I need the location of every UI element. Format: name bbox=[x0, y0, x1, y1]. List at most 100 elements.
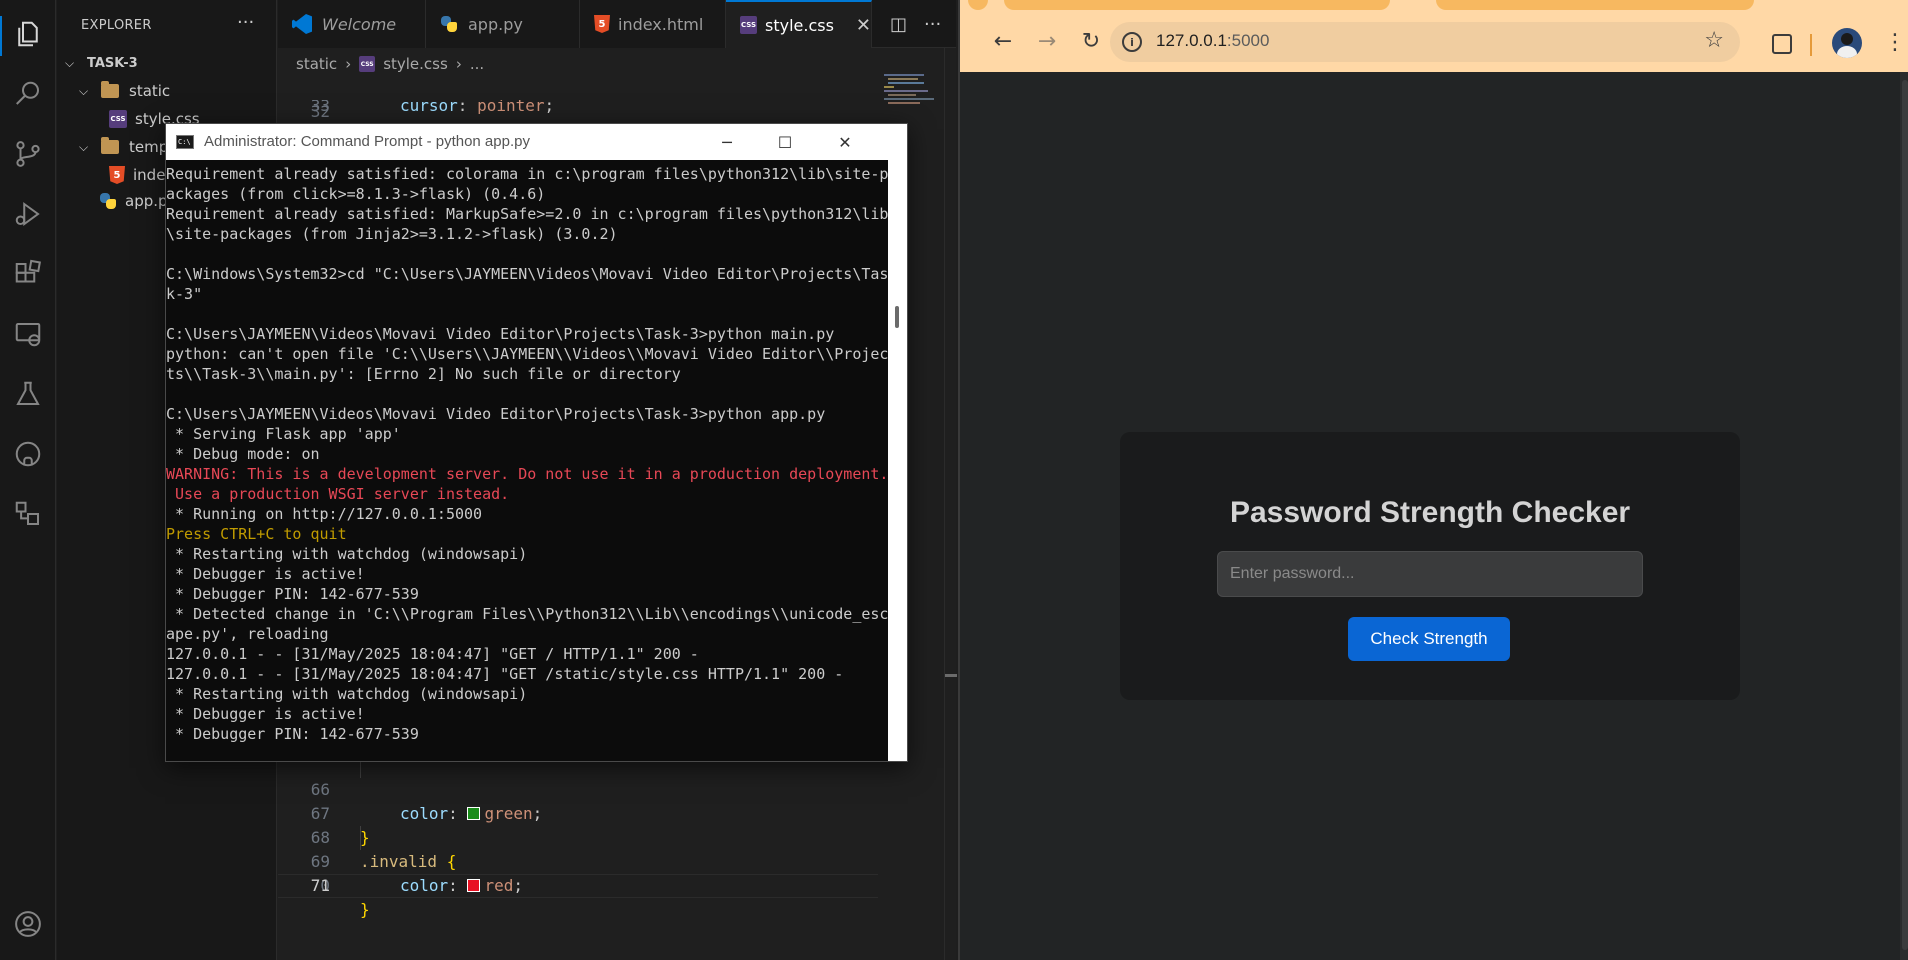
tab-app-py[interactable]: app.py bbox=[426, 0, 580, 48]
terminal-line: C:\Windows\System32>cd "C:\Users\JAYMEEN… bbox=[166, 265, 888, 283]
testing-icon[interactable] bbox=[10, 376, 46, 412]
code-line[interactable]: 69 color: red; bbox=[278, 826, 878, 895]
activity-bar bbox=[0, 0, 56, 960]
close-tab-icon[interactable]: ✕ bbox=[856, 15, 871, 36]
terminal-output[interactable]: Requirement already satisfied: colorama … bbox=[166, 160, 888, 761]
terminal-line: Requirement already satisfied: MarkupSaf… bbox=[166, 205, 888, 223]
tree-file-label: app.p bbox=[125, 192, 168, 210]
terminal-line: 127.0.0.1 - - [31/May/2025 18:04:47] "GE… bbox=[166, 665, 844, 683]
url-host: 127.0.0.1 bbox=[1156, 31, 1227, 50]
terminal-line: * Restarting with watchdog (windowsapi) bbox=[166, 545, 528, 563]
tab-welcome[interactable]: Welcome bbox=[278, 0, 426, 48]
check-strength-button[interactable]: Check Strength bbox=[1348, 617, 1510, 661]
chevron-down-icon: ⌵ bbox=[65, 55, 75, 70]
profile-avatar[interactable] bbox=[1832, 28, 1862, 58]
reload-button[interactable]: ↻ bbox=[1074, 24, 1108, 58]
html-file-icon: 5 bbox=[594, 15, 610, 33]
chevron-down-icon: ⌵ bbox=[79, 139, 89, 154]
breadcrumb-file[interactable]: style.css bbox=[383, 55, 448, 73]
tree-folder-static[interactable]: ⌵ static bbox=[79, 78, 170, 104]
close-button[interactable]: ✕ bbox=[816, 124, 874, 160]
scrollbar-thumb[interactable] bbox=[1902, 80, 1908, 950]
chrome-tab[interactable] bbox=[1004, 0, 1390, 10]
tab-label: style.css bbox=[764, 15, 834, 35]
code-line[interactable]: 32 button { bbox=[278, 76, 878, 145]
bookmark-star-icon[interactable]: ☆ bbox=[1704, 28, 1724, 53]
code-line[interactable]: 67 } bbox=[278, 778, 878, 847]
cmd-title: Administrator: Command Prompt - python a… bbox=[204, 133, 530, 150]
terminal-line: k-3" bbox=[166, 285, 203, 303]
extensions-puzzle-icon[interactable] bbox=[1772, 34, 1792, 54]
line-number: 71 bbox=[310, 876, 330, 895]
breadcrumb-folder[interactable]: static bbox=[296, 55, 337, 73]
extensions-icon[interactable] bbox=[10, 256, 46, 292]
url-text[interactable]: 127.0.0.1:5000 bbox=[1156, 31, 1269, 51]
breadcrumb-more[interactable]: ... bbox=[470, 55, 484, 73]
command-prompt-window[interactable]: C:\ Administrator: Command Prompt - pyth… bbox=[165, 123, 908, 762]
cmd-scrollbar[interactable] bbox=[888, 160, 907, 761]
folder-icon bbox=[101, 137, 119, 154]
back-button[interactable]: ← bbox=[986, 24, 1020, 58]
forward-button[interactable]: → bbox=[1030, 24, 1064, 58]
checker-card: Password Strength Checker Check Strength bbox=[1120, 432, 1740, 700]
breadcrumb-separator-icon: › bbox=[455, 55, 462, 73]
address-bar[interactable]: i 127.0.0.1:5000 ☆ bbox=[1110, 22, 1740, 62]
account-icon[interactable] bbox=[10, 906, 46, 942]
containers-icon[interactable] bbox=[10, 496, 46, 532]
code-brace: } bbox=[360, 900, 370, 919]
folder-icon bbox=[101, 81, 119, 98]
cmd-app-icon: C:\ bbox=[176, 135, 194, 149]
terminal-line: C:\Users\JAYMEEN\Videos\Movavi Video Edi… bbox=[166, 405, 826, 423]
code-line[interactable]: 70 } bbox=[278, 850, 878, 919]
tree-folder-label: static bbox=[129, 82, 171, 100]
split-editor-icon[interactable]: ◫ bbox=[890, 14, 907, 35]
search-icon[interactable] bbox=[10, 76, 46, 112]
page-title: Password Strength Checker bbox=[1229, 496, 1631, 529]
terminal-line: * Running on http://127.0.0.1:5000 bbox=[166, 505, 483, 523]
breadcrumb-separator-icon: › bbox=[345, 55, 352, 73]
more-actions-icon[interactable]: ··· bbox=[237, 12, 254, 33]
terminal-line: WARNING: This is a development server. D… bbox=[166, 465, 888, 483]
explorer-icon[interactable] bbox=[10, 16, 46, 52]
tab-label: index.html bbox=[618, 14, 704, 34]
tree-root-label: TASK-3 bbox=[87, 55, 138, 71]
breadcrumb: static › CSS style.css › ... bbox=[296, 52, 484, 76]
terminal-line: ape.py', reloading bbox=[166, 625, 329, 643]
terminal-line: python: can't open file 'C:\\Users\\JAYM… bbox=[166, 345, 888, 363]
terminal-line: * Detected change in 'C:\\Program Files\… bbox=[166, 605, 888, 623]
css-file-icon: CSS bbox=[740, 16, 757, 34]
github-icon[interactable] bbox=[10, 436, 46, 472]
source-control-icon[interactable] bbox=[10, 136, 46, 172]
cmd-title-bar[interactable]: C:\ Administrator: Command Prompt - pyth… bbox=[166, 124, 907, 160]
remote-explorer-icon[interactable] bbox=[10, 316, 46, 352]
chrome-menu-icon[interactable]: ⋮ bbox=[1884, 30, 1906, 55]
python-file-icon bbox=[99, 192, 117, 210]
tab-style-css[interactable]: CSS style.css ✕ bbox=[726, 0, 872, 48]
css-value: pointer bbox=[477, 100, 545, 114]
tree-folder-templates[interactable]: ⌵ templ bbox=[79, 134, 172, 160]
terminal-line: * Serving Flask app 'app' bbox=[166, 425, 401, 443]
run-debug-icon[interactable] bbox=[10, 196, 46, 232]
chrome-tab-edge[interactable] bbox=[968, 0, 988, 10]
chrome-tab[interactable] bbox=[1436, 0, 1754, 10]
tab-index-html[interactable]: 5 index.html bbox=[580, 0, 726, 48]
site-info-icon[interactable]: i bbox=[1122, 32, 1142, 52]
terminal-line: * Debugger PIN: 142-677-539 bbox=[166, 725, 419, 743]
minimize-button[interactable]: ─ bbox=[698, 124, 756, 160]
scrollbar-thumb[interactable] bbox=[895, 306, 899, 328]
page-scrollbar[interactable] bbox=[1900, 72, 1908, 960]
css-property: cursor bbox=[400, 100, 458, 114]
maximize-button[interactable]: ☐ bbox=[756, 124, 814, 160]
code-line[interactable]: 68 .invalid { bbox=[278, 802, 878, 871]
editor-scrollbar[interactable] bbox=[944, 48, 957, 960]
code-line-current[interactable]: 71 bbox=[278, 874, 878, 898]
password-input[interactable] bbox=[1217, 551, 1643, 597]
tree-file-app-py[interactable]: app.p bbox=[99, 188, 168, 214]
tree-file-index-html[interactable]: 5 inde bbox=[109, 162, 165, 188]
code-line[interactable]: 33 cursor: pointer; bbox=[278, 100, 878, 114]
chrome-toolbar: ← → ↻ i 127.0.0.1:5000 ☆ ⋮ bbox=[960, 10, 1908, 72]
url-port: :5000 bbox=[1226, 31, 1270, 50]
tree-root-task3[interactable]: ⌵ TASK-3 bbox=[65, 50, 138, 76]
tree-file-label: inde bbox=[133, 166, 166, 184]
more-actions-icon[interactable]: ··· bbox=[924, 14, 941, 35]
